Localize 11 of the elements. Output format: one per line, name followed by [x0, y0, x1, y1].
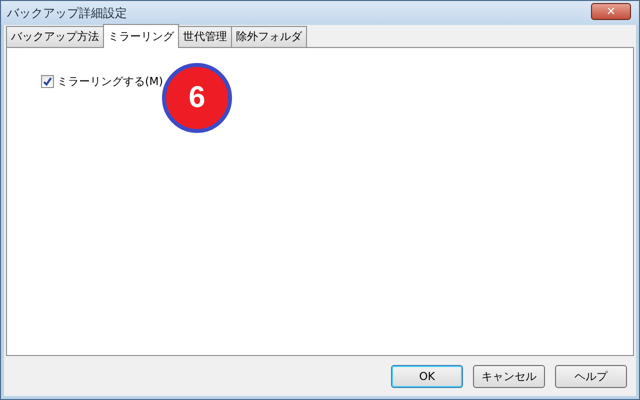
- checkbox-label: ミラーリングする(M): [57, 74, 164, 89]
- tab[interactable]: ミラーリング: [103, 24, 179, 48]
- tab[interactable]: 除外フォルダ: [231, 26, 307, 47]
- dialog-button[interactable]: キャンセル: [473, 365, 545, 388]
- dialog-button[interactable]: OK: [391, 365, 463, 388]
- window-title: バックアップ詳細設定: [7, 4, 127, 22]
- tab[interactable]: バックアップ方法: [6, 26, 104, 47]
- checkbox[interactable]: [41, 75, 54, 88]
- dialog-button[interactable]: ヘルプ: [555, 365, 627, 388]
- tab[interactable]: 世代管理: [178, 26, 232, 47]
- step-number-badge: 6: [162, 63, 232, 133]
